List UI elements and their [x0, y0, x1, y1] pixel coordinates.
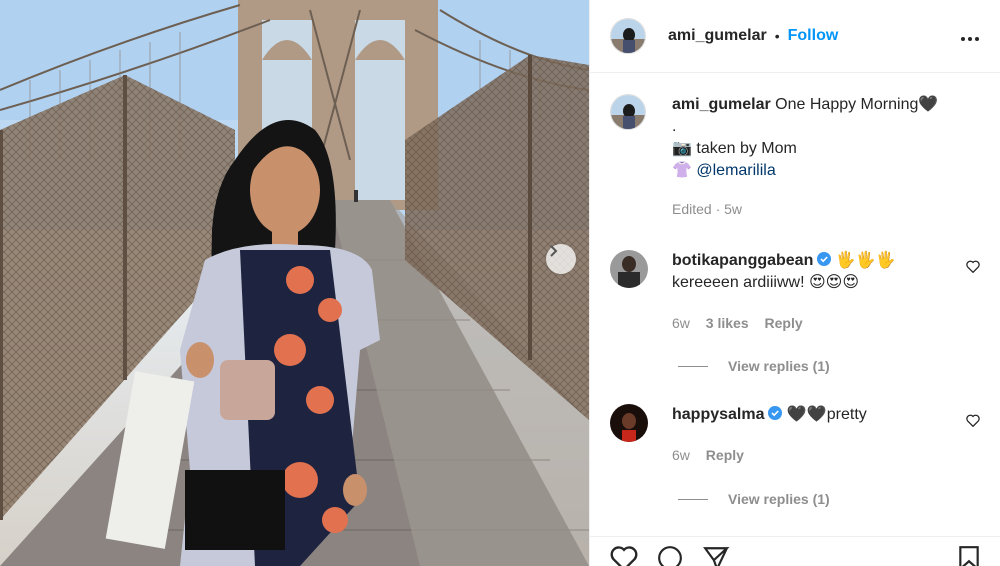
divider-line — [678, 498, 708, 500]
post-photo — [0, 0, 589, 566]
caption-body: ami_gumelar One Happy Morning🖤 . 📷 taken… — [672, 94, 980, 220]
view-replies-button[interactable]: View replies (1) — [678, 358, 830, 374]
comment-bubble-icon[interactable] — [656, 545, 684, 566]
caption-line-3: 📷 taken by Mom — [672, 140, 797, 157]
post-header: ami_gumelar • Follow — [590, 0, 1000, 73]
commenter-avatar[interactable] — [610, 250, 648, 288]
comment-time: 6w — [672, 447, 690, 463]
comment-reply-button[interactable]: Reply — [706, 447, 744, 463]
comment-meta: 6w Reply — [672, 444, 980, 466]
comment-username[interactable]: happysalma — [672, 406, 764, 423]
follow-button[interactable]: Follow — [788, 27, 839, 45]
caption-line-2: . — [672, 118, 677, 135]
caption-avatar[interactable] — [610, 94, 646, 130]
author-username[interactable]: ami_gumelar — [668, 27, 767, 45]
comment-text: kereeeen ardiiiww! 😍😍😍 — [672, 274, 859, 291]
view-replies-label: View replies (1) — [728, 491, 830, 507]
comments-list: ami_gumelar One Happy Morning🖤 . 📷 taken… — [590, 74, 1000, 536]
comment-time: 6w — [672, 315, 690, 331]
comment-item: happysalma 🖤🖤pretty 6w Reply — [610, 404, 980, 466]
post-side-panel: ami_gumelar • Follow ami_gumelar One Hap… — [589, 0, 1000, 566]
caption-text: One Happy Morning🖤 — [775, 96, 939, 113]
comment-reply-button[interactable]: Reply — [765, 315, 803, 331]
view-replies-button[interactable]: View replies (1) — [678, 491, 830, 507]
like-comment-heart-icon[interactable] — [966, 260, 980, 278]
caption-entry: ami_gumelar One Happy Morning🖤 . 📷 taken… — [610, 94, 980, 220]
like-comment-heart-icon[interactable] — [966, 414, 980, 432]
view-replies-label: View replies (1) — [728, 358, 830, 374]
next-photo-button[interactable] — [546, 244, 576, 274]
more-dots-icon — [961, 36, 979, 41]
post-action-bar — [590, 536, 1000, 566]
chevron-right-icon — [550, 245, 558, 257]
comment-emoji: 🖤🖤pretty — [782, 406, 867, 423]
caption-line-4-prefix: 👚 — [672, 162, 697, 179]
more-options-button[interactable] — [960, 25, 980, 48]
bookmark-save-icon[interactable] — [958, 545, 980, 566]
divider-line — [678, 365, 708, 367]
verified-badge-icon — [768, 406, 783, 420]
comment-username[interactable]: botikapanggabean — [672, 252, 813, 269]
comment-item: botikapanggabean 🖐🖐🖐 kereeeen ardiiiww! … — [610, 250, 980, 334]
commenter-avatar[interactable] — [610, 404, 648, 442]
bridge-photo-illustration — [0, 0, 589, 566]
comment-body: happysalma 🖤🖤pretty 6w Reply — [672, 404, 980, 466]
comment-emoji: 🖐🖐🖐 — [831, 252, 896, 269]
share-send-icon[interactable] — [702, 545, 730, 566]
caption-mention-link[interactable]: @lemarililа — [696, 162, 775, 179]
comment-meta: 6w 3 likes Reply — [672, 312, 980, 334]
like-heart-icon[interactable] — [610, 545, 638, 566]
caption-username[interactable]: ami_gumelar — [672, 96, 771, 113]
author-avatar[interactable] — [610, 18, 646, 54]
comment-likes-link[interactable]: 3 likes — [706, 315, 749, 331]
caption-meta: Edited · 5w — [672, 201, 743, 217]
verified-badge-icon — [817, 252, 832, 266]
comment-body: botikapanggabean 🖐🖐🖐 kereeeen ardiiiww! … — [672, 250, 980, 334]
separator-dot: • — [774, 28, 780, 44]
